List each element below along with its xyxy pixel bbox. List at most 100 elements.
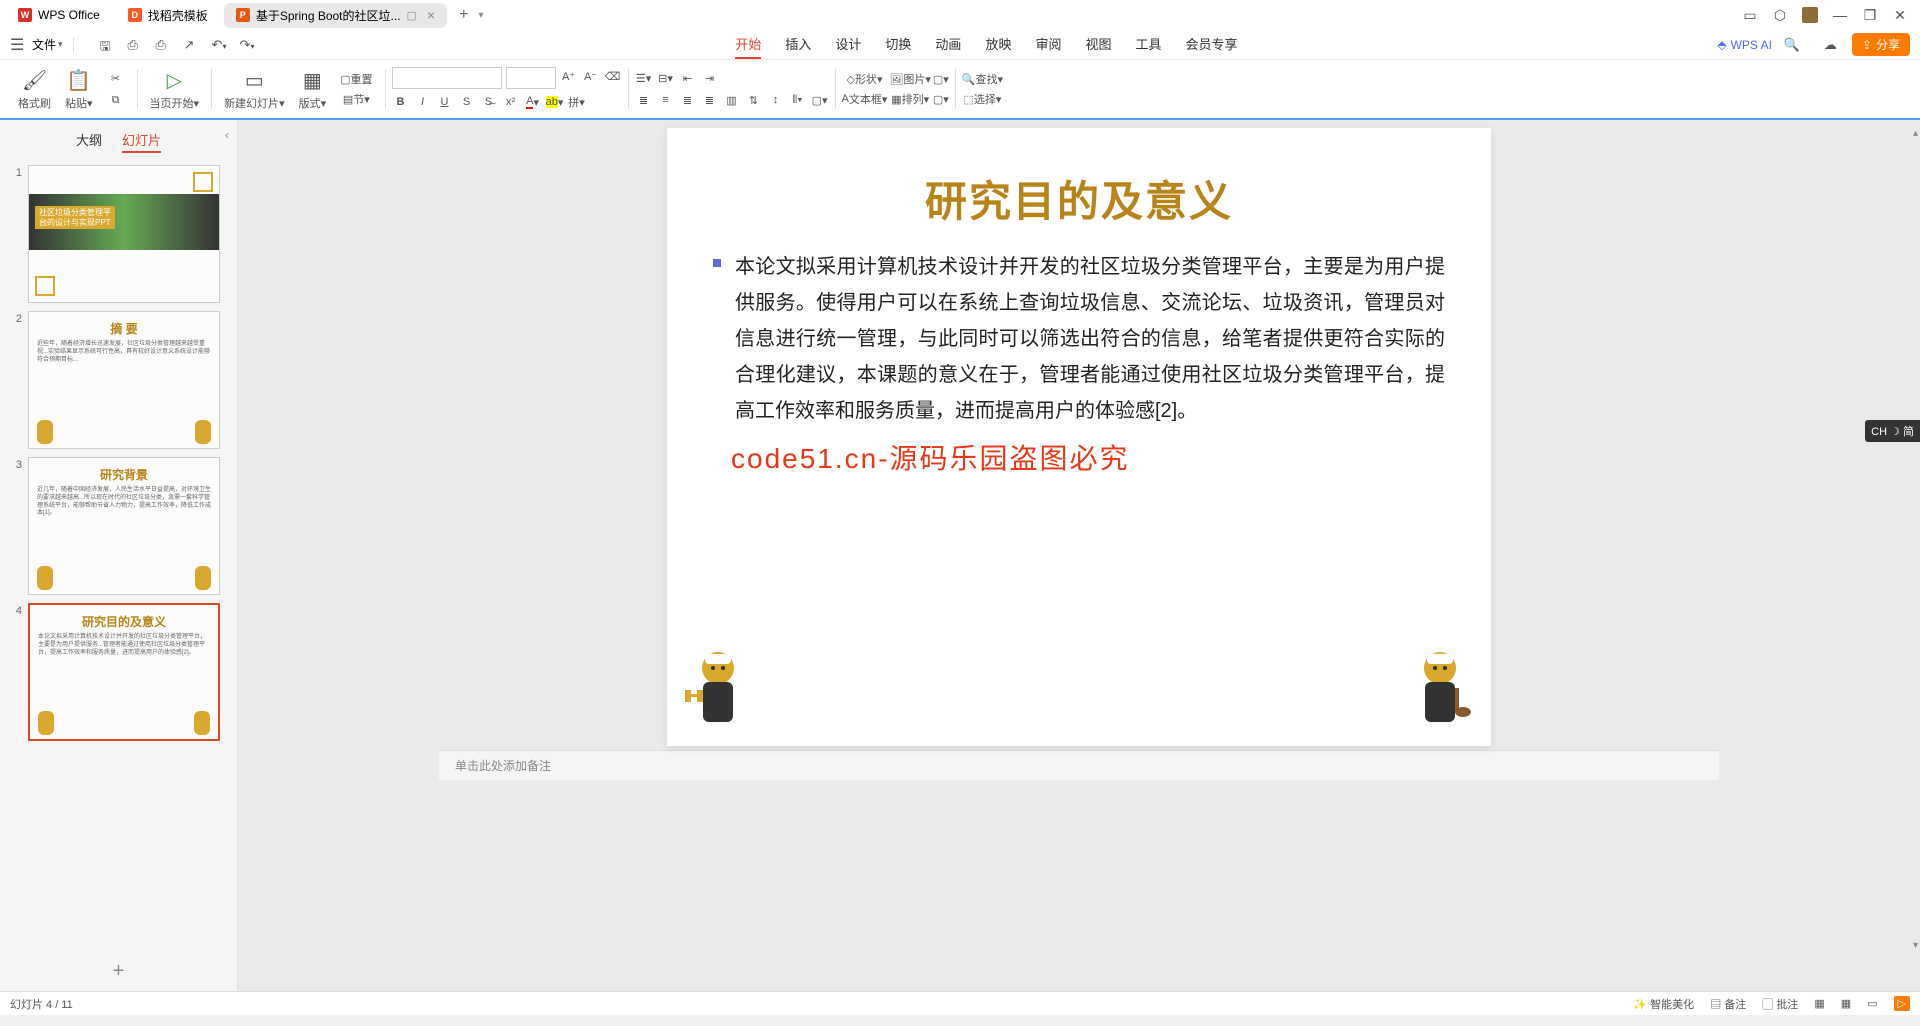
align-justify-icon[interactable]: ≣	[701, 91, 719, 109]
pinyin-icon[interactable]: 拼▾	[568, 93, 586, 111]
close-window-icon[interactable]: ✕	[1892, 7, 1908, 23]
tab-wps-office[interactable]: W WPS Office	[6, 4, 112, 26]
wps-ai-button[interactable]: ⬘ WPS AI	[1717, 38, 1772, 52]
search-icon[interactable]: 🔍	[1784, 37, 1800, 53]
slide-thumbnail-1[interactable]: 社区垃圾分类管理平 台的设计与实现PPT	[28, 165, 220, 303]
scroll-up-icon[interactable]: ▴	[1913, 128, 1918, 139]
indent-left-icon[interactable]: ⇤	[679, 69, 697, 87]
add-slide-button[interactable]: +	[0, 952, 237, 991]
print-preview-icon[interactable]: ⎙	[156, 37, 172, 53]
slides-tab[interactable]: 幻灯片	[122, 128, 161, 153]
numbering-icon[interactable]: ⊟▾	[657, 69, 675, 87]
font-size-select[interactable]	[506, 67, 556, 89]
export-icon[interactable]: ↗	[184, 37, 200, 53]
tab-menu-dropdown[interactable]: ▾	[478, 10, 483, 21]
minimize-icon[interactable]: —	[1832, 7, 1848, 23]
hamburger-icon[interactable]: ☰	[10, 35, 28, 55]
text-direction-icon[interactable]: ↕	[767, 91, 785, 109]
user-avatar-icon[interactable]	[1802, 7, 1818, 23]
tab-template[interactable]: D 找稻壳模板	[116, 3, 220, 28]
ribbon-tab-review[interactable]: 审阅	[1035, 30, 1061, 59]
decrease-font-icon[interactable]: A⁻	[582, 67, 600, 85]
reset-button[interactable]: ▢ 重置	[340, 70, 372, 88]
undo-icon[interactable]: ↶▾	[212, 37, 228, 53]
smart-align-icon[interactable]: ▢▾	[811, 91, 829, 109]
slide-counter[interactable]: 幻灯片 4 / 11	[10, 996, 73, 1012]
copy-icon[interactable]: ⧉	[107, 91, 125, 109]
outline-tab[interactable]: 大纲	[76, 128, 102, 153]
sorter-view-icon[interactable]: ▦	[1841, 997, 1851, 1010]
outline-button[interactable]: ▢▾	[933, 90, 949, 108]
indent-right-icon[interactable]: ⇥	[701, 69, 719, 87]
textbox-button[interactable]: A 文本框▾	[842, 90, 888, 108]
format-painter-button[interactable]: 🖌 格式刷	[12, 66, 57, 113]
bullets-icon[interactable]: ☰▾	[635, 69, 653, 87]
ribbon-tab-transition[interactable]: 切换	[885, 30, 911, 59]
notes-input[interactable]: 单击此处添加备注	[439, 750, 1719, 780]
superscript-icon[interactable]: x²	[502, 93, 520, 111]
scroll-down-icon[interactable]: ▾	[1913, 940, 1918, 951]
ribbon-tab-tools[interactable]: 工具	[1135, 30, 1161, 59]
ribbon-tab-insert[interactable]: 插入	[785, 30, 811, 59]
italic-icon[interactable]: I	[414, 93, 432, 111]
ribbon-tab-view[interactable]: 视图	[1085, 30, 1111, 59]
comments-toggle[interactable]: ▢ 批注	[1762, 996, 1798, 1012]
normal-view-icon[interactable]: ▦	[1814, 997, 1824, 1010]
increase-font-icon[interactable]: A⁺	[560, 67, 578, 85]
find-button[interactable]: 🔍 查找▾	[962, 70, 1003, 88]
align-right-icon[interactable]: ≣	[679, 91, 697, 109]
slide-canvas[interactable]: ▴ 研究目的及意义 本论文拟采用计算机技术设计并开发的社区垃圾分类管理平台，主要…	[238, 120, 1920, 991]
arrange-button[interactable]: ▦ 排列▾	[889, 90, 931, 108]
redo-icon[interactable]: ↷▾	[240, 37, 256, 53]
share-button[interactable]: ⇪ 分享	[1852, 33, 1910, 56]
from-current-button[interactable]: ▷ 当页开始▾	[144, 66, 206, 113]
ribbon-tab-start[interactable]: 开始	[735, 30, 761, 59]
notes-toggle[interactable]: ▤ 备注	[1710, 996, 1746, 1012]
add-tab-button[interactable]: +	[449, 2, 478, 28]
maximize-icon[interactable]: ❐	[1862, 7, 1878, 23]
select-button[interactable]: ⬚ 选择▾	[962, 90, 1003, 108]
slide-thumbnail-2[interactable]: 摘 要 近些年，随着经济增长迅速发展，社区垃圾分类管理越来越受重视...实验结果…	[28, 311, 220, 449]
underline-icon[interactable]: U	[436, 93, 454, 111]
window-snap-icon[interactable]: ▭	[1742, 7, 1758, 23]
section-button[interactable]: ▤ 节▾	[340, 90, 372, 108]
spacing-icon[interactable]: ⫴▾	[789, 91, 807, 109]
align-left-icon[interactable]: ≣	[635, 91, 653, 109]
current-slide[interactable]: 研究目的及意义 本论文拟采用计算机技术设计并开发的社区垃圾分类管理平台，主要是为…	[667, 128, 1491, 746]
highlight-icon[interactable]: ab▾	[546, 93, 564, 111]
shadow-icon[interactable]: S	[458, 93, 476, 111]
save-icon[interactable]: 🖫	[100, 37, 116, 53]
cube-icon[interactable]: ⬡	[1772, 7, 1788, 23]
font-color-icon[interactable]: A▾	[524, 93, 542, 111]
fill-button[interactable]: ▢▾	[933, 70, 949, 88]
tab-document[interactable]: P 基于Spring Boot的社区垃... ▢ ×	[224, 3, 447, 28]
ime-indicator[interactable]: CH ☽ 简	[1865, 420, 1920, 442]
paste-button[interactable]: 📋 粘贴▾	[59, 66, 99, 113]
columns-icon[interactable]: ▥	[723, 91, 741, 109]
ribbon-tab-design[interactable]: 设计	[835, 30, 861, 59]
slide-thumbnail-3[interactable]: 研究背景 近几年，随着中国经济发展，人民生活水平日益提高，对环境卫生的要求越来越…	[28, 457, 220, 595]
shape-button[interactable]: ◇ 形状▾	[842, 70, 888, 88]
layout-button[interactable]: ▦ 版式▾	[293, 66, 333, 113]
file-menu-button[interactable]: 文件	[32, 36, 56, 53]
ribbon-tab-slideshow[interactable]: 放映	[985, 30, 1011, 59]
collapse-panel-icon[interactable]: ‹	[225, 128, 229, 142]
bold-icon[interactable]: B	[392, 93, 410, 111]
file-dropdown-icon[interactable]: ▾	[58, 39, 63, 50]
strikethrough-icon[interactable]: S̶	[480, 93, 498, 111]
print-icon[interactable]: ⎙	[128, 37, 144, 53]
reading-view-icon[interactable]: ▭	[1867, 997, 1877, 1010]
font-family-select[interactable]	[392, 67, 502, 89]
cloud-icon[interactable]: ☁	[1824, 37, 1840, 53]
line-height-icon[interactable]: ⇅	[745, 91, 763, 109]
cut-icon[interactable]: ✂	[107, 69, 125, 87]
clear-format-icon[interactable]: ⌫	[604, 67, 622, 85]
new-slide-button[interactable]: ▭ 新建幻灯片▾	[218, 66, 291, 113]
slide-title[interactable]: 研究目的及意义	[667, 128, 1491, 229]
ribbon-tab-member[interactable]: 会员专享	[1186, 30, 1238, 59]
picture-button[interactable]: 🖼 图片▾	[889, 70, 931, 88]
slide-body[interactable]: 本论文拟采用计算机技术设计并开发的社区垃圾分类管理平台，主要是为用户提供服务。使…	[667, 229, 1491, 477]
ribbon-tab-animation[interactable]: 动画	[935, 30, 961, 59]
close-tab-icon[interactable]: ×	[427, 7, 435, 23]
align-center-icon[interactable]: ≡	[657, 91, 675, 109]
